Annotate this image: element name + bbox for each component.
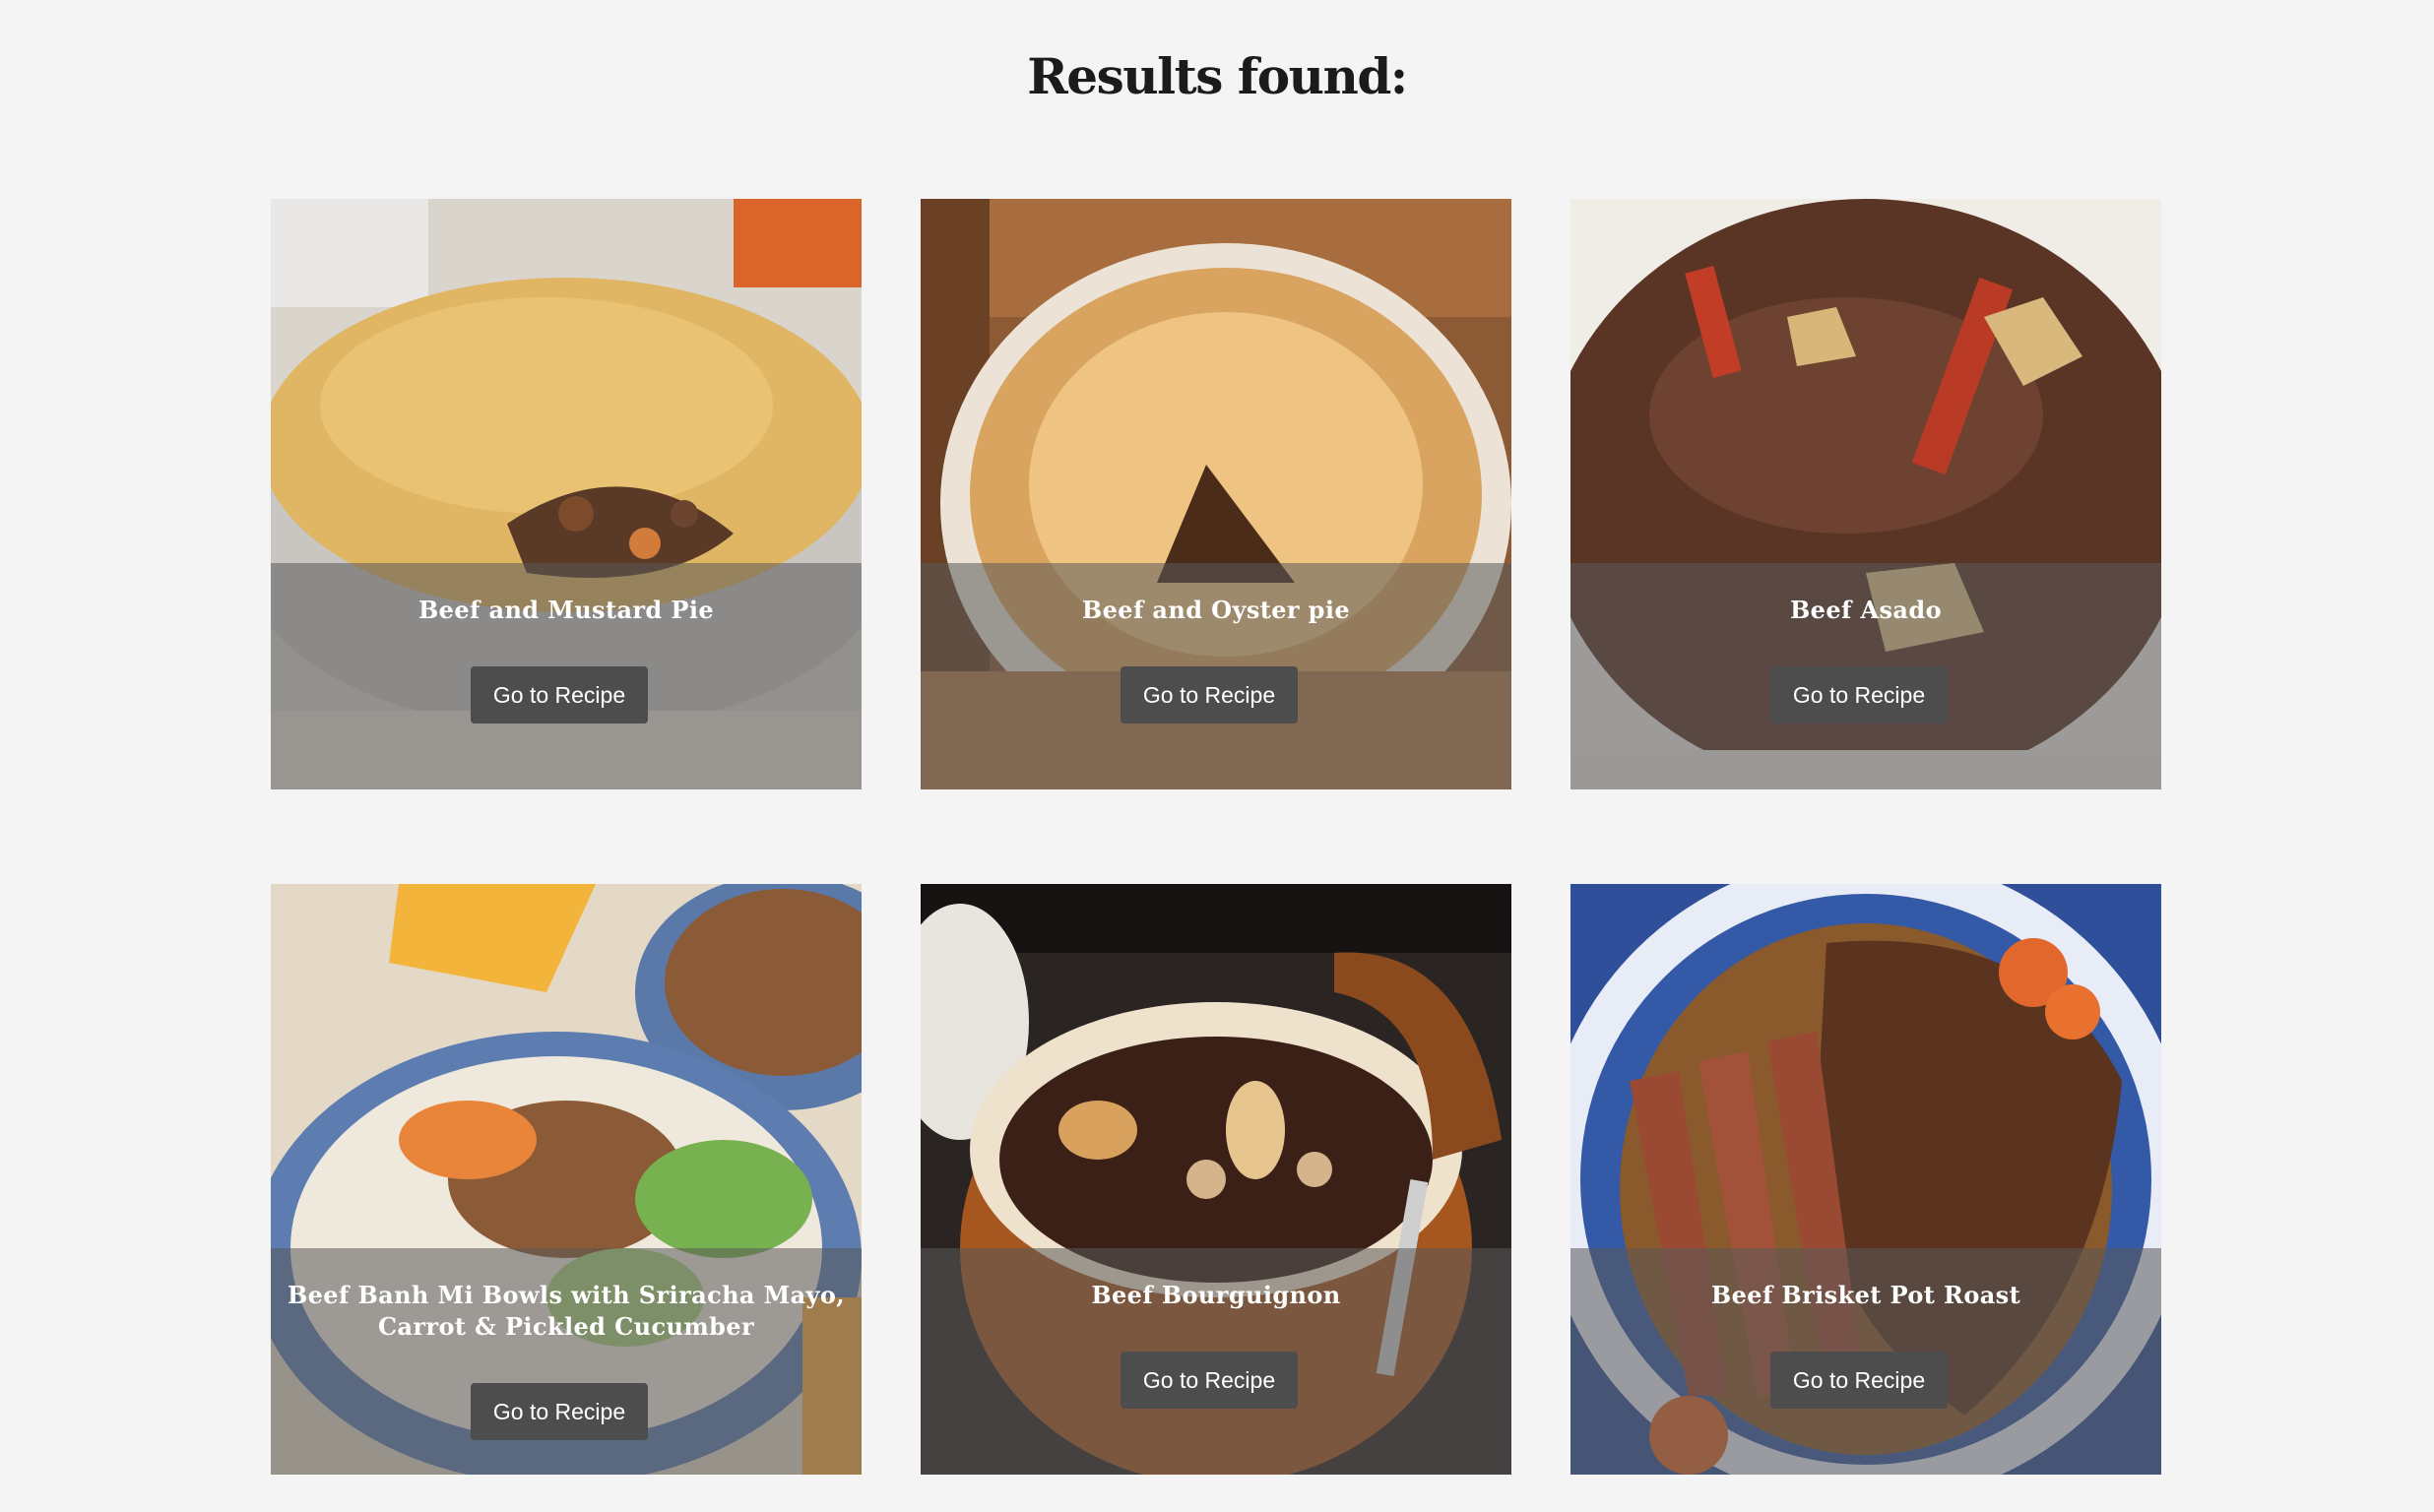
- recipe-title: Beef Asado: [1790, 596, 1942, 624]
- results-grid: Beef and Mustard Pie Go to Recipe Beef a…: [271, 199, 2161, 1475]
- recipe-card: Beef Asado Go to Recipe: [1570, 199, 2161, 789]
- recipe-card: Beef and Mustard Pie Go to Recipe: [271, 199, 862, 789]
- page-title: Results found:: [1027, 47, 1408, 105]
- go-to-recipe-button[interactable]: Go to Recipe: [1121, 666, 1298, 724]
- go-to-recipe-button[interactable]: Go to Recipe: [471, 1383, 648, 1440]
- recipe-title: Beef and Oyster pie: [1081, 596, 1351, 624]
- recipe-title: Beef Bourguignon: [1091, 1281, 1341, 1309]
- recipe-card: Beef Banh Mi Bowls with Sriracha Mayo, C…: [271, 884, 862, 1475]
- recipe-title: Beef Brisket Pot Roast: [1710, 1281, 2021, 1309]
- recipe-title: Beef Banh Mi Bowls with Sriracha Mayo, C…: [287, 1281, 846, 1341]
- recipe-card: Beef Brisket Pot Roast Go to Recipe: [1570, 884, 2161, 1475]
- go-to-recipe-button[interactable]: Go to Recipe: [471, 666, 648, 724]
- recipe-card: Beef Bourguignon Go to Recipe: [921, 884, 1511, 1475]
- go-to-recipe-button[interactable]: Go to Recipe: [1770, 666, 1948, 724]
- recipe-title: Beef and Mustard Pie: [417, 596, 715, 624]
- recipe-card: Beef and Oyster pie Go to Recipe: [921, 199, 1511, 789]
- go-to-recipe-button[interactable]: Go to Recipe: [1121, 1352, 1298, 1409]
- go-to-recipe-button[interactable]: Go to Recipe: [1770, 1352, 1948, 1409]
